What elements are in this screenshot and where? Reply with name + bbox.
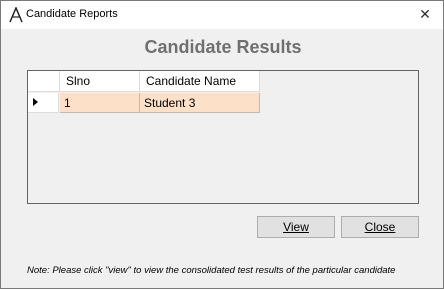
- close-button[interactable]: Close: [341, 216, 419, 238]
- page-title: Candidate Results: [144, 37, 302, 57]
- view-button[interactable]: View: [257, 216, 335, 238]
- table-row[interactable]: 1 Student 3: [28, 93, 260, 113]
- results-grid[interactable]: Slno Candidate Name 1 Student 3: [27, 70, 419, 204]
- row-header-corner: [28, 71, 60, 92]
- window-title: Candidate Reports: [26, 8, 118, 20]
- column-header-candidate-name[interactable]: Candidate Name: [140, 71, 260, 92]
- row-header[interactable]: [28, 93, 59, 113]
- title-bar[interactable]: Candidate Reports ✕: [1, 1, 443, 29]
- cell-candidate-name[interactable]: Student 3: [140, 93, 260, 113]
- cell-slno[interactable]: 1: [60, 93, 140, 113]
- grid-header: Slno Candidate Name: [28, 71, 260, 93]
- candidate-reports-window: Candidate Reports ✕ Candidate Results Sl…: [0, 0, 444, 289]
- app-logo-icon: [9, 6, 23, 23]
- column-header-slno[interactable]: Slno: [60, 71, 140, 92]
- instruction-note: Note: Please click "view" to view the co…: [27, 265, 396, 276]
- window-close-icon[interactable]: ✕: [416, 6, 434, 24]
- current-row-arrow-icon: [33, 98, 38, 106]
